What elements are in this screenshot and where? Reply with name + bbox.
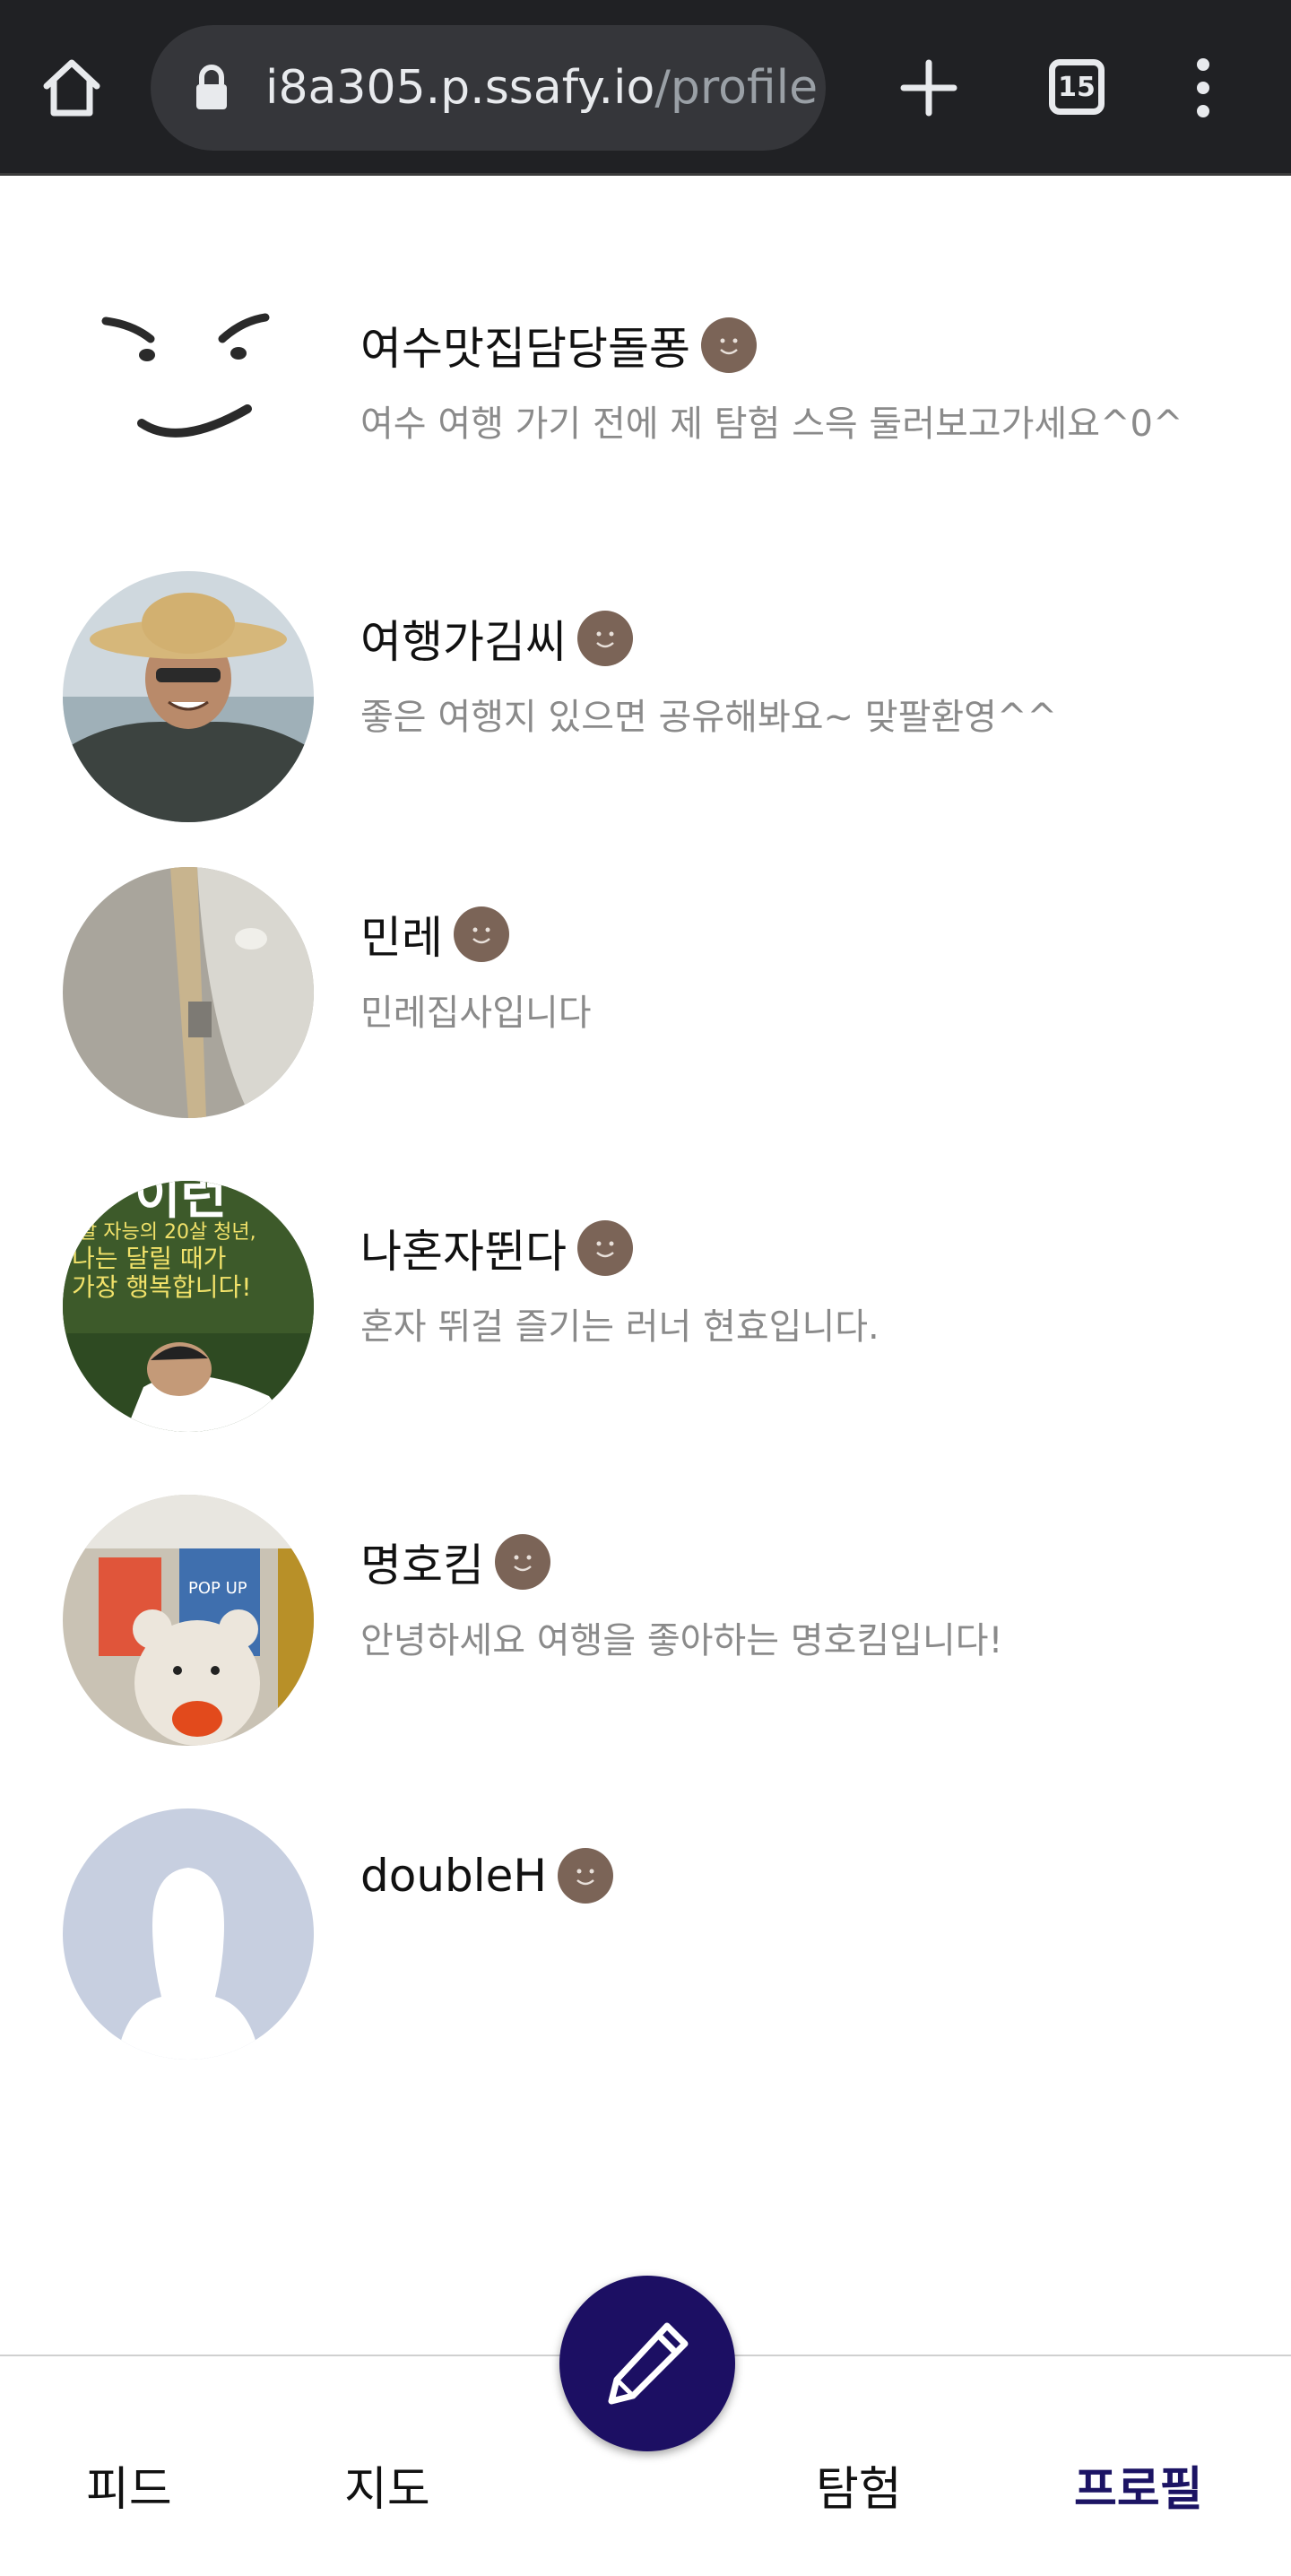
profile-row[interactable]: doubleH	[0, 1808, 1291, 2077]
address-bar[interactable]: i8a305.p.ssafy.io/profile	[151, 25, 826, 151]
nav-feed[interactable]: 피드	[86, 2451, 172, 2519]
profile-name[interactable]: 명호킴	[360, 1530, 484, 1594]
name-line: 명호킴	[360, 1531, 550, 1593]
profile-name[interactable]: doubleH	[360, 1850, 547, 1902]
profile-row[interactable]: 이런 0살 자능의 20살 청년, 나는 달릴 때가 가장 행복합니다! 나혼자…	[0, 1181, 1291, 1450]
smile-badge-icon	[454, 906, 509, 962]
pencil-icon	[608, 2322, 689, 2405]
smile-badge-icon	[577, 1220, 633, 1276]
smile-badge-icon	[558, 1848, 614, 1904]
name-line: 여수맛집담당돌퐁	[360, 314, 757, 377]
profile-bio: 혼자 뛰걸 즐기는 러너 현효입니다.	[360, 1306, 879, 1348]
smile-badge-icon	[577, 611, 633, 666]
tab-count-button[interactable]: 15	[1049, 59, 1105, 115]
profile-name[interactable]: 여행가김씨	[360, 606, 567, 671]
profile-bio: 여수 여행 가기 전에 제 탐험 스윽 둘러보고가세요^0^	[360, 403, 1183, 445]
avatar-text: 이런	[134, 1181, 227, 1226]
profile-row[interactable]: 민레 민레집사입니다	[0, 867, 1291, 1136]
avatar-text: 0살 자능의 20살 청년,	[66, 1221, 256, 1244]
url-text: i8a305.p.ssafy.io/profile	[265, 61, 818, 115]
profile-bio: 안녕하세요 여행을 좋아하는 명호킴입니다!	[360, 1620, 1003, 1661]
profile-row[interactable]: 여행가김씨 좋은 여행지 있으면 공유해봐요~ 맞팔환영^^	[0, 571, 1291, 840]
nav-explore[interactable]: 탐험	[816, 2451, 902, 2519]
url-path: /profile	[654, 61, 819, 115]
smile-badge-icon	[701, 317, 757, 373]
profile-bio: 민레집사입니다	[360, 993, 592, 1034]
avatar[interactable]	[63, 867, 314, 1118]
name-line: 민레	[360, 903, 509, 966]
name-line: 나혼자뛴다	[360, 1217, 633, 1279]
lock-icon	[196, 65, 227, 109]
avatar-text: 가장 행복합니다!	[72, 1272, 251, 1302]
avatar-text: 나는 달릴 때가	[72, 1244, 226, 1273]
avatar-text: POP UP	[188, 1579, 247, 1598]
avatar[interactable]	[63, 233, 314, 484]
avatar[interactable]: 이런 0살 자능의 20살 청년, 나는 달릴 때가 가장 행복합니다!	[63, 1181, 314, 1432]
avatar[interactable]	[63, 571, 314, 822]
profile-row[interactable]: 여수맛집담당돌퐁 여수 여행 가기 전에 제 탐험 스윽 둘러보고가세요^0^	[0, 233, 1291, 502]
nav-map[interactable]: 지도	[344, 2451, 430, 2519]
profile-name[interactable]: 여수맛집담당돌퐁	[360, 313, 690, 377]
name-line: 여행가김씨	[360, 607, 633, 670]
home-icon[interactable]	[39, 56, 104, 120]
profile-row[interactable]: POP UP 명호킴 안녕하세요 여행을 좋아하는 명호킴입니다!	[0, 1495, 1291, 1764]
profile-bio: 좋은 여행지 있으면 공유해봐요~ 맞팔환영^^	[360, 697, 1058, 738]
write-post-button[interactable]	[559, 2276, 735, 2451]
nav-profile[interactable]: 프로필	[1074, 2451, 1203, 2519]
page: i8a305.p.ssafy.io/profile 15 여수맛집담당돌퐁 여수…	[0, 0, 1291, 2576]
browser-toolbar: i8a305.p.ssafy.io/profile 15	[0, 0, 1291, 176]
new-tab-icon[interactable]	[897, 56, 961, 120]
name-line: doubleH	[360, 1844, 614, 1907]
avatar[interactable]: POP UP	[63, 1495, 314, 1746]
profile-name[interactable]: 나혼자뛴다	[360, 1216, 567, 1280]
profile-name[interactable]: 민레	[360, 902, 443, 967]
avatar[interactable]	[63, 1808, 314, 2060]
smile-badge-icon	[495, 1534, 550, 1590]
url-host: i8a305.p.ssafy.io	[265, 61, 655, 115]
more-menu-icon[interactable]	[1185, 57, 1221, 118]
